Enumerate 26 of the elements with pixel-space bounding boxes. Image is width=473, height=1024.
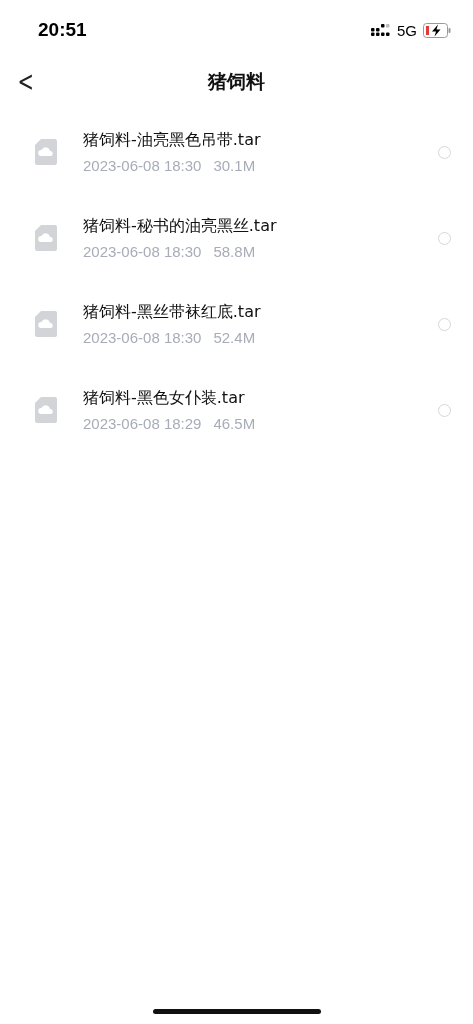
signal-icon bbox=[371, 23, 391, 37]
file-name: 猪饲料-黑色女仆装.tar bbox=[83, 388, 246, 409]
back-button[interactable]: < bbox=[14, 64, 37, 100]
file-cloud-icon bbox=[35, 139, 57, 165]
file-date: 2023-06-08 18:30 bbox=[83, 243, 202, 260]
network-label: 5G bbox=[397, 21, 417, 39]
file-size: 30.1M bbox=[213, 157, 256, 174]
battery-charging-icon bbox=[423, 22, 451, 38]
file-cloud-icon bbox=[35, 397, 57, 423]
file-name: 猪饲料-黑丝带袜红底.tar bbox=[83, 302, 262, 323]
file-name: 猪饲料-油亮黑色吊带.tar bbox=[83, 130, 262, 151]
page-title: 猪饲料 bbox=[208, 69, 265, 94]
file-size: 52.4M bbox=[213, 329, 256, 346]
file-date: 2023-06-08 18:30 bbox=[83, 157, 202, 174]
file-cloud-icon bbox=[35, 225, 57, 251]
select-radio[interactable] bbox=[438, 231, 451, 245]
file-date: 2023-06-08 18:30 bbox=[83, 329, 202, 346]
file-size: 58.8M bbox=[213, 243, 256, 260]
status-time: 20:51 bbox=[38, 19, 87, 41]
file-cloud-icon bbox=[35, 311, 57, 337]
file-date: 2023-06-08 18:29 bbox=[83, 415, 202, 432]
select-radio[interactable] bbox=[438, 145, 451, 159]
select-radio[interactable] bbox=[438, 317, 451, 331]
file-size: 46.5M bbox=[213, 415, 256, 432]
select-radio[interactable] bbox=[438, 403, 451, 417]
file-name: 猪饲料-秘书的油亮黑丝.tar bbox=[83, 216, 278, 237]
